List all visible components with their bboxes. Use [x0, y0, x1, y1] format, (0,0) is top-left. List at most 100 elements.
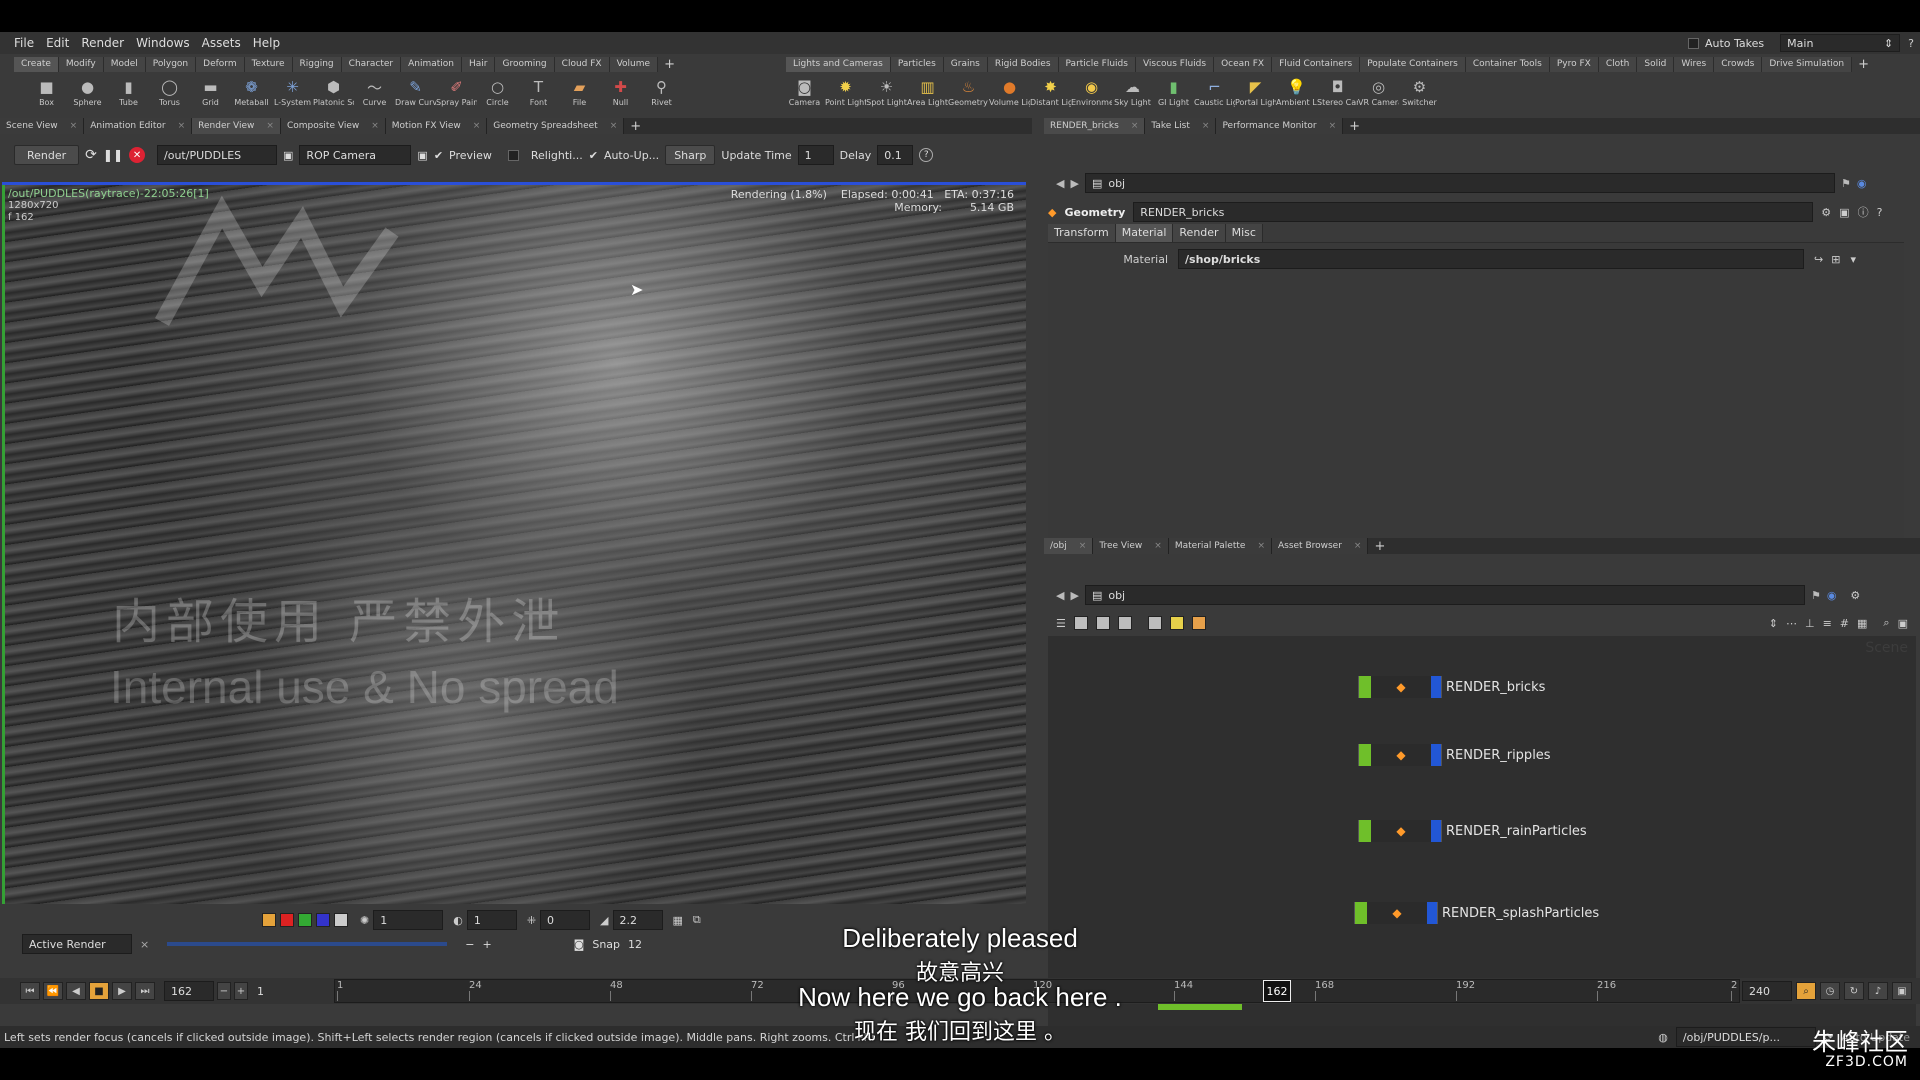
grid-icon[interactable]: # [1840, 617, 1849, 630]
relight-checkbox[interactable] [507, 149, 519, 161]
node-render-rainparticles[interactable]: ◆ RENDER_rainParticles [1358, 816, 1587, 846]
render-viewport[interactable]: /out/PUDDLES(raytrace)-22:05:26[1] 1280x… [2, 182, 1026, 904]
camera-select-icon[interactable]: ▣ [417, 149, 427, 162]
tool-file[interactable]: ▰ File [559, 74, 600, 114]
tool-tube[interactable]: ▮ Tube [108, 74, 149, 114]
tab-render-view[interactable]: Render View × [192, 118, 281, 134]
arrange-icon[interactable]: ⇕ [1769, 617, 1778, 630]
tab-composite-view[interactable]: Composite View × [280, 118, 386, 134]
shelf-tab-particles[interactable]: Particles [890, 57, 944, 72]
shelf-tab-pyro[interactable]: Pyro FX [1549, 57, 1599, 72]
render-button[interactable]: Render [14, 145, 80, 165]
tool-null[interactable]: ✚ Null [600, 74, 641, 114]
thumbnail-icon[interactable] [1095, 616, 1110, 630]
close-icon[interactable]: × [473, 118, 481, 134]
grid-view-icon[interactable] [1117, 616, 1132, 630]
menu-assets[interactable]: Assets [202, 36, 241, 50]
param-tab-misc[interactable]: Misc [1225, 224, 1263, 242]
gear-icon[interactable]: ⚙ [1821, 206, 1831, 219]
grid-snap-icon[interactable]: ▦ [1857, 617, 1867, 630]
tool-curve[interactable]: 〜 Curve [354, 74, 395, 114]
auto-takes-checkbox[interactable] [1688, 37, 1699, 49]
tab-scene-view[interactable]: Scene View × [0, 118, 85, 134]
node-body[interactable]: ◆ [1358, 744, 1442, 766]
tool-area-light[interactable]: ▥ Area Light [907, 74, 948, 114]
tool-distant-light[interactable]: ✸Distant Light [1030, 74, 1071, 114]
link-icon[interactable]: ◉ [1827, 589, 1837, 602]
autoup-check-icon[interactable]: ✔ [589, 149, 598, 162]
shelf-tab-hair[interactable]: Hair [461, 57, 496, 72]
align-icon[interactable]: ⊥ [1805, 617, 1815, 630]
tool-switcher[interactable]: ⚙ Switcher [1399, 74, 1440, 114]
tool-camera[interactable]: ◙ Camera [784, 74, 825, 114]
refresh-icon[interactable]: ⟳ [85, 147, 97, 163]
menu-windows[interactable]: Windows [136, 36, 190, 50]
tool-ambient-light[interactable]: 💡Ambient Lig... [1276, 74, 1317, 114]
tab-animation-editor[interactable]: Animation Editor × [84, 118, 193, 134]
shelf-tab-volume[interactable]: Volume [609, 57, 659, 72]
tool-torus[interactable]: ◯ Torus [149, 74, 190, 114]
material-field[interactable]: /shop/bricks [1178, 249, 1804, 269]
tool-sphere[interactable]: ● Sphere [67, 74, 108, 114]
shelf-tab-modify[interactable]: Modify [58, 57, 104, 72]
add-pane-tab-button[interactable]: + [1343, 119, 1366, 134]
display-flag[interactable] [1359, 676, 1371, 698]
close-icon[interactable]: × [1079, 538, 1087, 554]
tool-font[interactable]: T Font [518, 74, 559, 114]
sticky-note-icon[interactable] [1169, 616, 1184, 630]
display-flag[interactable] [1359, 744, 1371, 766]
shelf-tab-viscous[interactable]: Viscous Fluids [1135, 57, 1215, 72]
frame-icon[interactable]: ▣ [1898, 617, 1908, 630]
close-icon[interactable]: × [610, 118, 618, 134]
shelf-tab-fluid-containers[interactable]: Fluid Containers [1272, 57, 1361, 72]
menu-render[interactable]: Render [81, 36, 124, 50]
help-icon[interactable]: ? [919, 148, 934, 162]
shelf-tab-drive-sim[interactable]: Drive Simulation [1762, 57, 1853, 72]
tab-render-bricks[interactable]: RENDER_bricks × [1044, 118, 1146, 134]
info-icon[interactable]: ⓘ [1858, 204, 1869, 220]
display-flag[interactable] [1355, 902, 1367, 924]
add-pane-tab-button[interactable]: + [1368, 539, 1391, 554]
shelf-tab-rigging[interactable]: Rigging [292, 57, 342, 72]
add-shelf-tab-button[interactable]: + [658, 57, 681, 72]
dashed-line-icon[interactable]: ⋯ [1786, 617, 1797, 630]
palette-icon[interactable] [1191, 616, 1206, 630]
close-icon[interactable]: × [1257, 538, 1265, 554]
param-tab-material[interactable]: Material [1115, 224, 1174, 242]
close-icon[interactable]: × [178, 118, 186, 134]
node-render-ripples[interactable]: ◆ RENDER_ripples [1358, 740, 1551, 770]
shelf-tab-deform[interactable]: Deform [196, 57, 245, 72]
close-icon[interactable]: × [371, 118, 379, 134]
close-icon[interactable]: × [266, 118, 274, 134]
shelf-tab-model[interactable]: Model [103, 57, 146, 72]
tab-performance-monitor[interactable]: Performance Monitor × [1216, 118, 1344, 134]
tool-env-light[interactable]: ◉Environmen... [1071, 74, 1112, 114]
close-icon[interactable]: × [1154, 538, 1162, 554]
delay-field[interactable]: 0.1 [877, 145, 914, 165]
param-tab-transform[interactable]: Transform [1048, 224, 1116, 242]
preview-check-icon[interactable]: ✔ [434, 149, 443, 162]
close-icon[interactable]: × [1131, 118, 1139, 134]
help-icon[interactable]: ? [1877, 206, 1883, 219]
link-icon[interactable]: ◉ [1857, 177, 1867, 190]
tab-take-list[interactable]: Take List × [1145, 118, 1217, 134]
shelf-tab-grains[interactable]: Grains [943, 57, 988, 72]
tab-motion-fx[interactable]: Motion FX View × [385, 118, 488, 134]
tool-sky-light[interactable]: ☁ Sky Light [1112, 74, 1153, 114]
node-render-bricks[interactable]: ◆ RENDER_bricks [1358, 672, 1545, 702]
close-icon[interactable]: × [70, 118, 78, 134]
menu-edit[interactable]: Edit [46, 36, 69, 50]
shelf-tab-wires[interactable]: Wires [1674, 57, 1715, 72]
stop-icon[interactable]: ✕ [129, 147, 146, 163]
camera-field[interactable]: ROP Camera [299, 145, 412, 165]
jump-icon[interactable]: ↪ [1814, 253, 1823, 266]
tool-grid[interactable]: ▬ Grid [190, 74, 231, 114]
tool-vr-camera[interactable]: ◎ VR Camera [1358, 74, 1399, 114]
render-flag[interactable] [1431, 676, 1441, 698]
close-icon[interactable]: × [1202, 118, 1210, 134]
tool-spot-light[interactable]: ☀ Spot Light [866, 74, 907, 114]
shelf-tab-particle-fluids[interactable]: Particle Fluids [1058, 57, 1136, 72]
help-icon[interactable]: ? [1908, 37, 1914, 50]
shelf-tab-cloudfx[interactable]: Cloud FX [554, 57, 610, 72]
shelf-tab-rigid[interactable]: Rigid Bodies [987, 57, 1059, 72]
